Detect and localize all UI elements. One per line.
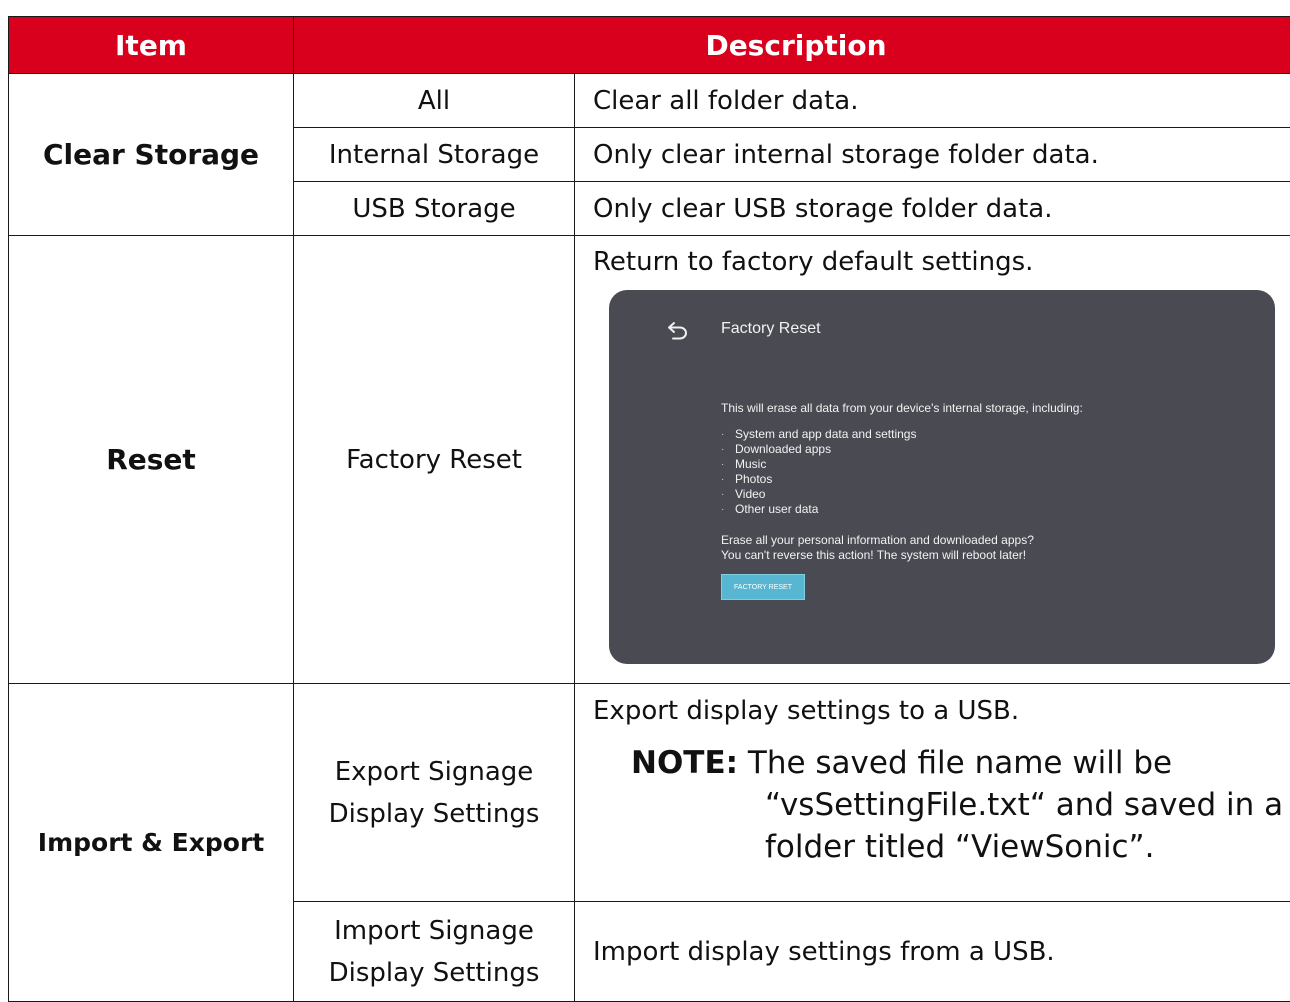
factory-reset-button[interactable]: FACTORY RESET — [721, 574, 805, 600]
list-item: ·Downloaded apps — [721, 442, 916, 457]
note-line-2: “vsSettingFile.txt“ and saved in a — [593, 784, 1290, 826]
list-item: ·System and app data and settings — [721, 427, 916, 442]
header-item: Item — [9, 17, 294, 74]
desc-usb-storage: Only clear USB storage folder data. — [575, 182, 1290, 236]
item-import-export: Import & Export — [9, 684, 294, 1002]
table-header-row: Item Description — [9, 17, 1290, 74]
factory-reset-desc-text: Return to factory default settings. — [593, 244, 1290, 280]
bullet-icon: · — [721, 427, 724, 442]
sub-item-factory-reset: Factory Reset — [294, 236, 575, 684]
note-line-1: The saved file name will be — [748, 745, 1172, 781]
sub-item-export: Export Signage Display Settings — [294, 684, 575, 902]
back-arrow-icon — [667, 320, 689, 340]
note-label: NOTE: — [593, 745, 738, 781]
sub-item-all: All — [294, 74, 575, 128]
bullet-icon: · — [721, 457, 724, 472]
screenshot-message: This will erase all data from your devic… — [721, 401, 1083, 415]
table-row: Import & Export Export Signage Display S… — [9, 684, 1290, 902]
desc-import: Import display settings from a USB. — [575, 902, 1290, 1002]
list-item: ·Other user data — [721, 502, 916, 517]
sub-item-import: Import Signage Display Settings — [294, 902, 575, 1002]
table-row: Clear Storage All Clear all folder data. — [9, 74, 1290, 128]
desc-export: Export display settings to a USB. NOTE: … — [575, 684, 1290, 902]
header-description: Description — [294, 17, 1290, 74]
list-item: ·Music — [721, 457, 916, 472]
desc-all: Clear all folder data. — [575, 74, 1290, 128]
bullet-icon: · — [721, 502, 724, 517]
note-block: NOTE: The saved file name will be “vsSet… — [593, 742, 1290, 868]
sub-item-usb-storage: USB Storage — [294, 182, 575, 236]
bullet-icon: · — [721, 442, 724, 457]
desc-factory-reset: Return to factory default settings. Fact… — [575, 236, 1290, 684]
export-desc-text: Export display settings to a USB. — [593, 696, 1290, 726]
table-row: Reset Factory Reset Return to factory de… — [9, 236, 1290, 684]
sub-item-internal-storage: Internal Storage — [294, 128, 575, 182]
factory-reset-screenshot: Factory Reset This will erase all data f… — [609, 290, 1275, 664]
settings-table: Item Description Clear Storage All Clear… — [8, 16, 1290, 1002]
erase-items-list: ·System and app data and settings ·Downl… — [721, 427, 916, 517]
bullet-icon: · — [721, 487, 724, 502]
screenshot-question: Erase all your personal information and … — [721, 533, 1034, 547]
bullet-icon: · — [721, 472, 724, 487]
item-clear-storage: Clear Storage — [9, 74, 294, 236]
note-line-3: folder titled “ViewSonic”. — [593, 826, 1290, 868]
desc-internal-storage: Only clear internal storage folder data. — [575, 128, 1290, 182]
list-item: ·Video — [721, 487, 916, 502]
screenshot-warning: You can't reverse this action! The syste… — [721, 548, 1026, 562]
screenshot-title: Factory Reset — [721, 320, 821, 338]
item-reset: Reset — [9, 236, 294, 684]
list-item: ·Photos — [721, 472, 916, 487]
